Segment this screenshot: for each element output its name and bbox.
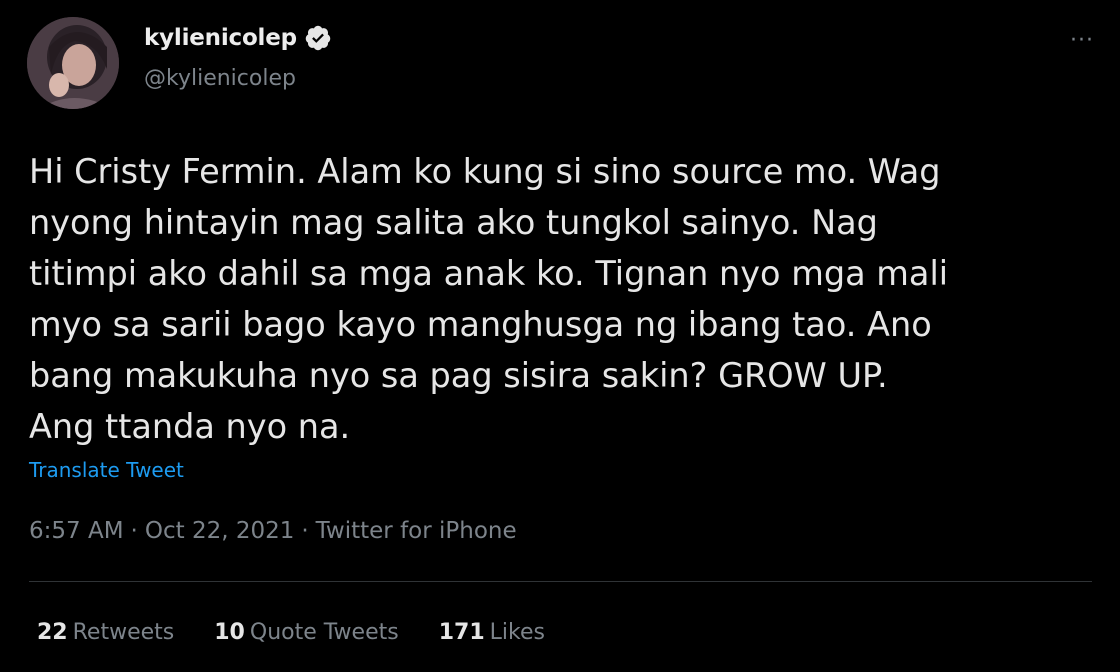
- tweet-text-line: Ang ttanda nyo na.: [29, 407, 351, 446]
- retweets-label: Retweets: [72, 620, 175, 645]
- avatar[interactable]: [27, 17, 119, 109]
- quote-tweets-stat[interactable]: 10 Quote Tweets: [214, 620, 398, 645]
- tweet-text-line: titimpi ako dahil sa mga anak ko. Tignan…: [29, 254, 949, 293]
- tweet-text-line: Hi Cristy Fermin. Alam ko kung si sino s…: [29, 152, 941, 191]
- tweet-date[interactable]: Oct 22, 2021: [145, 518, 295, 544]
- meta-separator: ·: [130, 518, 138, 544]
- tweet-text: Hi Cristy Fermin. Alam ko kung si sino s…: [29, 146, 1104, 452]
- tweet-time[interactable]: 6:57 AM: [29, 518, 124, 544]
- author-display-name[interactable]: kylienicolep: [144, 25, 297, 51]
- likes-stat[interactable]: 171 Likes: [439, 620, 545, 645]
- retweets-count: 22: [37, 620, 68, 645]
- tweet-text-line: bang makukuha nyo sa pag sisira sakin? G…: [29, 356, 888, 395]
- author-name-row[interactable]: kylienicolep: [144, 24, 332, 52]
- meta-separator: ·: [301, 518, 309, 544]
- author-handle[interactable]: @kylienicolep: [144, 66, 296, 91]
- tweet-text-line: myo sa sarii bago kayo manghusga ng iban…: [29, 305, 932, 344]
- likes-count: 171: [438, 620, 485, 645]
- tweet-text-line: nyong hintayin mag salita ako tungkol sa…: [29, 203, 878, 242]
- likes-label: Likes: [489, 620, 545, 645]
- quote-tweets-label: Quote Tweets: [249, 620, 399, 645]
- divider: [29, 581, 1092, 582]
- tweet-stats: 22 Retweets 10 Quote Tweets 171 Likes: [37, 620, 585, 645]
- verified-badge-icon: [305, 25, 331, 51]
- tweet-metadata: 6:57 AM · Oct 22, 2021 · Twitter for iPhone: [29, 518, 517, 544]
- more-options-button[interactable]: ···: [1070, 28, 1094, 53]
- translate-tweet-link[interactable]: Translate Tweet: [29, 458, 184, 482]
- quote-tweets-count: 10: [214, 620, 245, 645]
- tweet-source[interactable]: Twitter for iPhone: [316, 518, 517, 544]
- profile-photo: [27, 17, 119, 109]
- retweets-stat[interactable]: 22 Retweets: [37, 620, 174, 645]
